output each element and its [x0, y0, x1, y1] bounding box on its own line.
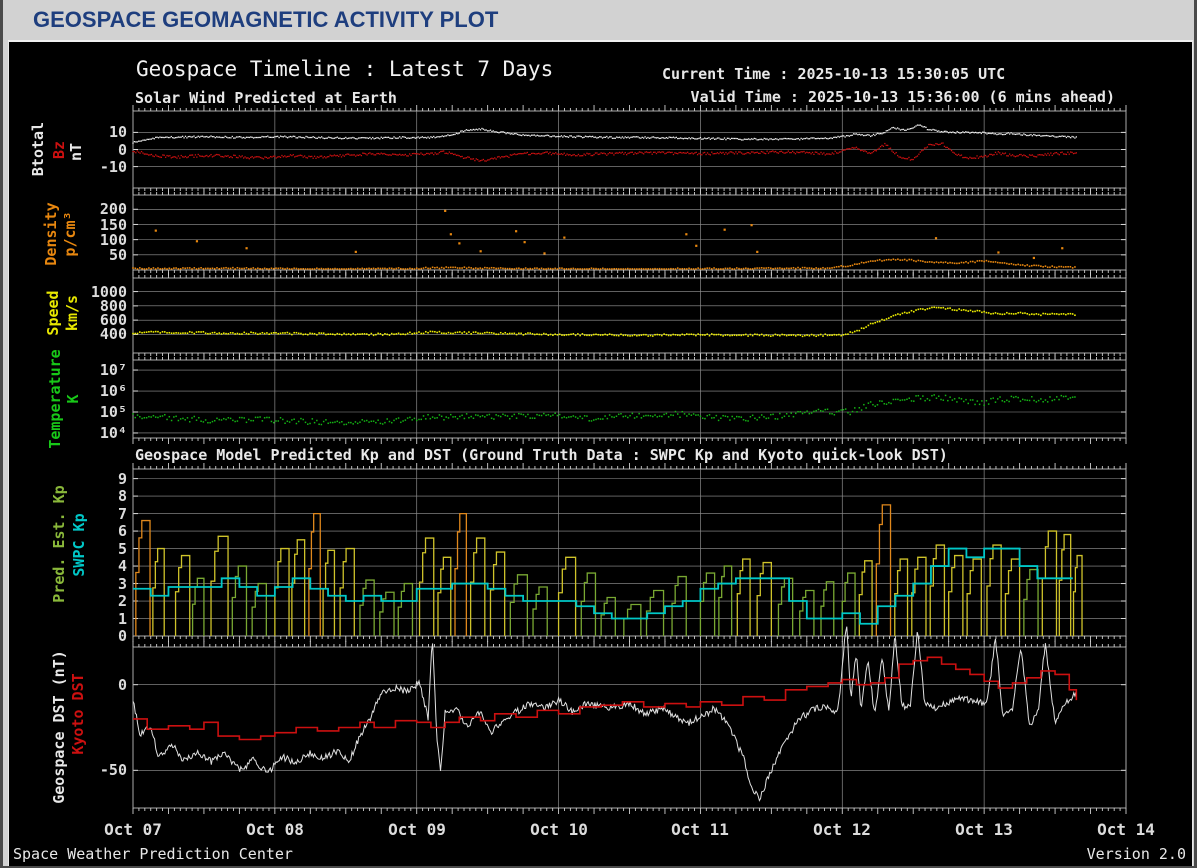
- y-tick-label: -50: [99, 761, 127, 779]
- solar-wind-subtitle: Solar Wind Predicted at Earth: [135, 89, 397, 107]
- footer-version: Version 2.0: [1086, 845, 1186, 863]
- x-tick-label: Oct 14: [1097, 820, 1155, 839]
- y-tick-label: 3: [117, 575, 127, 593]
- current-time: Current Time : 2025-10-13 15:30:05 UTC: [662, 65, 1006, 83]
- y-tick-label: 10: [108, 123, 127, 141]
- x-tick-label: Oct 13: [955, 820, 1013, 839]
- x-tick-label: Oct 12: [813, 820, 871, 839]
- y-tick-label: 1: [117, 610, 127, 628]
- y-tick-label: 4: [117, 557, 127, 575]
- y-tick-label: 10⁶: [99, 382, 127, 400]
- y-tick-label: 5: [117, 540, 127, 558]
- y-tick-label: 0: [117, 141, 127, 159]
- temperature-axis-label: Temperature: [46, 349, 64, 449]
- pred-kp-axis-label: Pred. Est. Kp: [50, 485, 68, 603]
- y-tick-label: 6: [117, 522, 127, 540]
- page: GEOSPACE GEOMAGNETIC ACTIVITY PLOT Geosp…: [0, 0, 1197, 868]
- y-tick-label: 50: [108, 246, 127, 264]
- y-tick-label: 9: [117, 470, 127, 488]
- y-tick-label: 2: [117, 592, 127, 610]
- density-axis-label: Density: [42, 202, 60, 266]
- plot-title: Geospace Timeline : Latest 7 Days: [136, 57, 554, 81]
- y-tick-label: -10: [99, 158, 127, 176]
- bz-axis-label: Bz: [50, 140, 68, 160]
- y-tick-label: 400: [99, 325, 127, 343]
- y-tick-label: 10⁴: [99, 424, 127, 442]
- x-tick-label: Oct 07: [104, 820, 162, 839]
- x-tick-label: Oct 09: [388, 820, 446, 839]
- y-tick-label: 10⁷: [99, 361, 127, 379]
- btotal-axis-label: Btotal: [29, 121, 47, 177]
- y-tick-label: 8: [117, 487, 127, 505]
- page-title: GEOSPACE GEOMAGNETIC ACTIVITY PLOT: [33, 7, 499, 32]
- y-tick-label: 0: [117, 627, 127, 645]
- x-tick-label: Oct 11: [671, 820, 729, 839]
- speed-axis-label: Speed: [44, 290, 62, 336]
- geospace-plot-area: Geospace Timeline : Latest 7 Days Curren…: [8, 40, 1193, 866]
- y-tick-label: 7: [117, 505, 127, 523]
- y-tick-label: 0: [117, 676, 127, 694]
- footer-org: Space Weather Prediction Center: [13, 845, 293, 863]
- geospace-dst-axis-label: Geospace DST (nT): [50, 650, 68, 804]
- section2-title: Geospace Model Predicted Kp and DST (Gro…: [135, 446, 948, 464]
- x-tick-label: Oct 08: [246, 820, 304, 839]
- valid-time: Valid Time : 2025-10-13 15:36:00 (6 mins…: [690, 88, 1115, 106]
- x-tick-label: Oct 10: [530, 820, 588, 839]
- y-tick-label: 10⁵: [99, 403, 127, 421]
